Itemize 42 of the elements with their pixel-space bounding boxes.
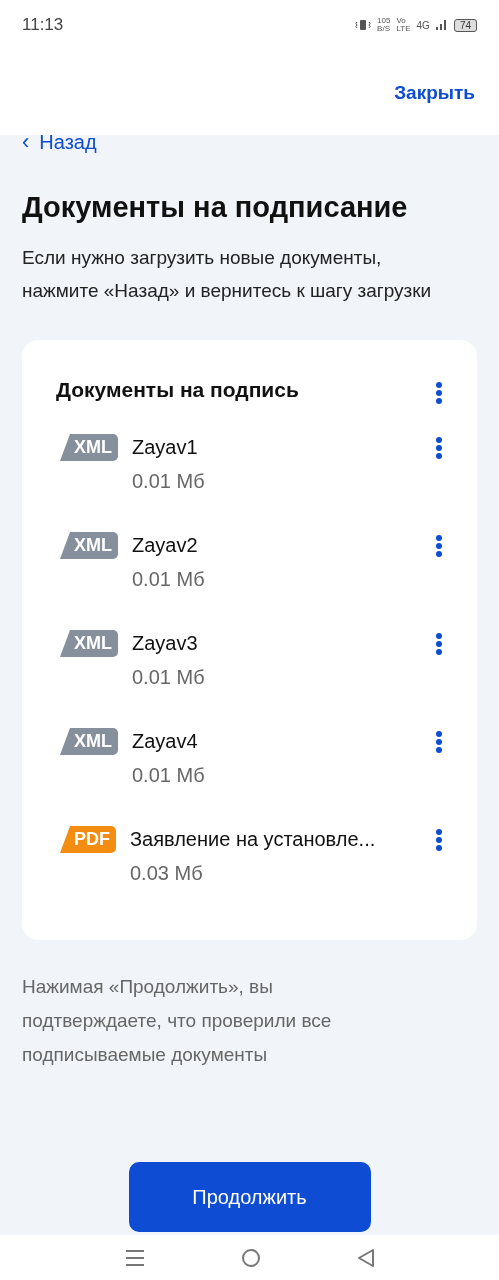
document-size: 0.01 Мб [132, 469, 206, 494]
card-title: Документы на подпись [56, 378, 299, 402]
document-size: 0.03 Мб [130, 861, 204, 886]
chevron-icon: ‹ [22, 129, 30, 155]
page-title: Документы на подписание [22, 190, 409, 225]
description-text: Если нужно загрузить новые документы, нажмите «Назад» и вернитесь к шагу загрузки [22, 246, 433, 303]
document-name: Заявление на установле... [130, 827, 377, 852]
status-time: 11:13 [22, 15, 64, 35]
signal-icon [435, 19, 448, 31]
document-size: 0.01 Мб [132, 567, 206, 592]
document-size: 0.01 Мб [132, 665, 206, 690]
document-size: 0.01 Мб [132, 763, 206, 788]
speed-value: 105 [377, 17, 391, 25]
home-icon[interactable] [240, 1247, 261, 1268]
more-icon[interactable] [435, 381, 443, 405]
file-type-badge: XML [60, 728, 118, 755]
back-link[interactable]: ‹ Назад [22, 131, 477, 153]
battery-icon: 74 [453, 18, 477, 32]
network-label: 4G [416, 19, 430, 31]
file-type-badge: XML [60, 532, 118, 559]
continue-button[interactable]: Продолжить [128, 1162, 371, 1232]
back-label: Назад [39, 130, 97, 154]
file-type-badge: PDF [60, 826, 116, 853]
document-name: Zayav4 [132, 729, 199, 754]
speed-unit: B/S [377, 25, 391, 33]
more-icon[interactable] [435, 632, 443, 656]
document-name: Zayav3 [132, 631, 199, 656]
file-type-badge: XML [60, 630, 118, 657]
more-icon[interactable] [435, 730, 443, 754]
document-name: Zayav2 [132, 533, 199, 558]
volte-label: LTE [396, 25, 411, 33]
more-icon[interactable] [435, 534, 443, 558]
notice-text: Нажимая «Продолжить», вы подтверждаете, что проверили все подписываемые документы [22, 975, 333, 1067]
more-icon[interactable] [435, 436, 443, 460]
volte-label: Vo [396, 17, 407, 25]
back-icon[interactable] [356, 1247, 375, 1268]
vibrate-icon [355, 19, 372, 31]
document-name: Zayav1 [132, 435, 199, 460]
file-type-badge: XML [60, 434, 118, 461]
close-link[interactable]: Закрыть [394, 81, 475, 104]
menu-icon[interactable] [124, 1248, 145, 1267]
more-icon[interactable] [435, 828, 443, 852]
